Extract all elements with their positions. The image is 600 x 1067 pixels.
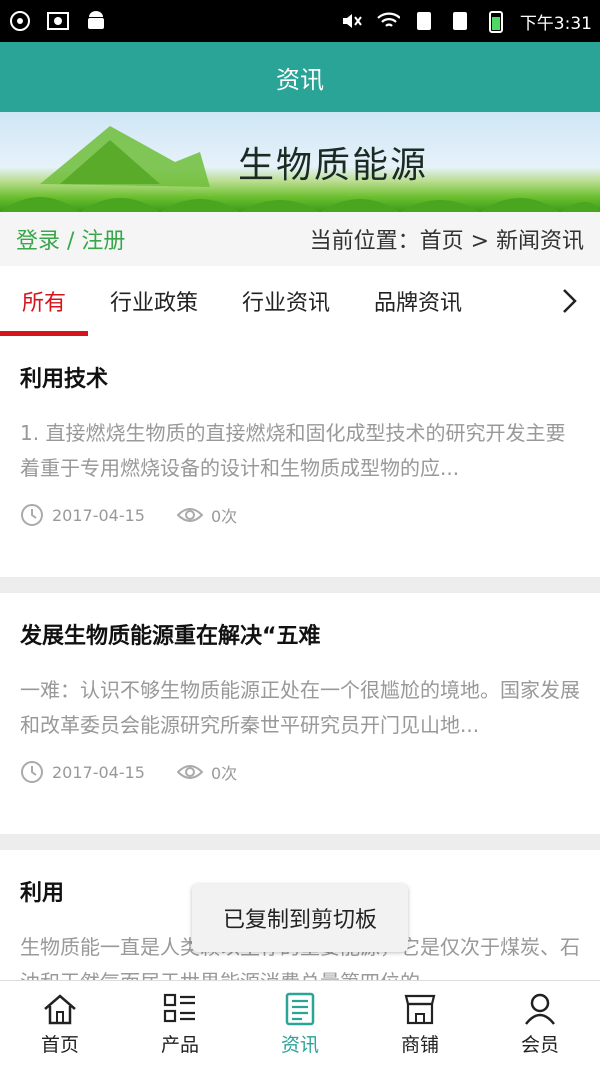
login-register-link[interactable]: 登录 / 注册	[16, 223, 125, 255]
screenshot-icon	[46, 9, 70, 33]
mute-icon	[340, 9, 364, 33]
shop-icon	[404, 994, 436, 1024]
status-bar: 下午3:31	[0, 0, 600, 42]
nav-home[interactable]: 首页	[0, 981, 120, 1067]
article-views: 0次	[210, 507, 238, 526]
nav-label: 会员	[520, 1033, 559, 1056]
eye-icon	[176, 508, 203, 522]
nav-shops[interactable]: 商铺	[360, 981, 480, 1067]
clock: 下午3:31	[519, 13, 592, 34]
tab-industry-policy[interactable]: 行业政策	[88, 266, 220, 336]
category-tabs: 所有 行业政策 行业资讯 品牌资讯	[0, 266, 600, 336]
nav-label: 首页	[40, 1033, 79, 1056]
tabs-more-button[interactable]	[538, 266, 600, 336]
title-bar: 资讯	[0, 42, 600, 112]
user-icon	[525, 993, 555, 1025]
article-summary: 一难：认识不够生物质能源正处在一个很尴尬的境地。国家发展和改革委员会能源研究所秦…	[20, 678, 580, 737]
grid-list-icon	[163, 993, 195, 1022]
clock-icon	[21, 504, 43, 526]
article-title: 发展生物质能源重在解决“五难	[20, 624, 321, 649]
banner: 生物质能源	[0, 112, 600, 212]
bottom-nav: 首页 产品 资讯 商铺 会员	[0, 980, 600, 1067]
clock-icon	[21, 761, 43, 783]
article-meta: 2017-04-15 0次	[20, 743, 580, 801]
eye-icon	[176, 765, 203, 779]
news-icon	[285, 992, 315, 1025]
wifi-icon	[376, 9, 400, 33]
article-date: 2017-04-15	[52, 505, 145, 525]
page-title: 资讯	[276, 65, 324, 94]
android-icon	[84, 9, 108, 33]
nav-products[interactable]: 产品	[120, 981, 240, 1067]
breadcrumb: 当前位置：首页 > 新闻资讯	[309, 229, 584, 254]
article-summary: 1. 直接燃烧生物质的直接燃烧和固化成型技术的研究开发主要着重于专用燃烧设备的设…	[20, 421, 566, 480]
disc-icon	[8, 9, 32, 33]
nav-label: 资讯	[280, 1033, 319, 1056]
article-views: 0次	[210, 764, 238, 783]
banner-title: 生物质能源	[238, 145, 429, 186]
nav-label: 商铺	[400, 1033, 439, 1056]
copied-toast: 已复制到剪切板	[192, 884, 408, 952]
nav-member[interactable]: 会员	[480, 981, 600, 1067]
breadcrumb-bar: 登录 / 注册 当前位置：首页 > 新闻资讯	[0, 212, 600, 266]
article-meta: 2017-04-15 0次	[20, 486, 580, 544]
battery-icon	[484, 9, 508, 33]
tab-brand-news[interactable]: 品牌资讯	[352, 266, 484, 336]
article-date: 2017-04-15	[52, 762, 145, 782]
nav-label: 产品	[160, 1033, 199, 1056]
tab-industry-news[interactable]: 行业资讯	[220, 266, 352, 336]
article-card[interactable]: 利用技术 1. 直接燃烧生物质的直接燃烧和固化成型技术的研究开发主要着重于专用燃…	[0, 336, 600, 577]
sim-1-icon	[412, 9, 436, 33]
article-card[interactable]: 发展生物质能源重在解决“五难 一难：认识不够生物质能源正处在一个很尴尬的境地。国…	[0, 593, 600, 834]
home-icon	[44, 993, 76, 1024]
tab-all[interactable]: 所有	[0, 266, 89, 336]
chevron-right-icon	[563, 289, 577, 313]
nav-news[interactable]: 资讯	[240, 981, 360, 1067]
sim-2-icon	[448, 9, 472, 33]
article-title: 利用技术	[20, 367, 109, 392]
